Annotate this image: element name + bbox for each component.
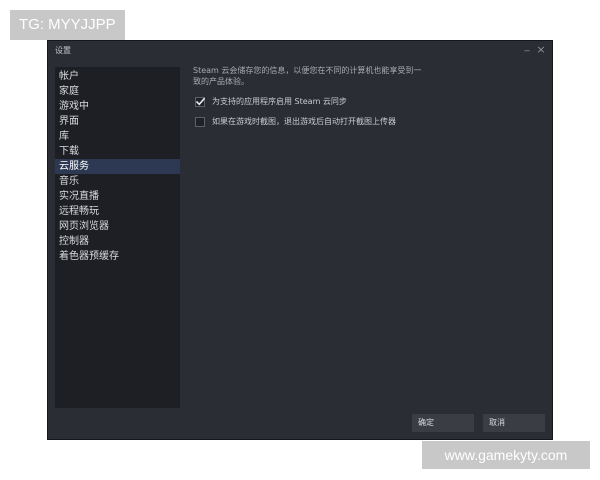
sidebar-item-music[interactable]: 音乐 <box>55 174 180 189</box>
watermark-bottom: www.gamekyty.com <box>422 441 590 469</box>
close-icon[interactable]: × <box>535 42 547 58</box>
screenshot-uploader-label: 如果在游戏时截图，退出游戏后自动打开截图上传器 <box>212 117 396 126</box>
sidebar-item-interface[interactable]: 界面 <box>55 114 180 129</box>
sidebar-item-broadcasting[interactable]: 实况直播 <box>55 189 180 204</box>
settings-sidebar: 帐户 家庭 游戏中 界面 库 下载 云服务 音乐 实况直播 远程畅玩 网页浏览器… <box>55 67 180 408</box>
sidebar-item-family[interactable]: 家庭 <box>55 84 180 99</box>
screenshot-uploader-option[interactable]: 如果在游戏时截图，退出游戏后自动打开截图上传器 <box>193 114 543 129</box>
sidebar-item-remote-play[interactable]: 远程畅玩 <box>55 204 180 219</box>
window-title: 设置 <box>55 46 71 55</box>
cloud-description-line-1: Steam 云会储存您的信息，以便您在不同的计算机也能享受到一 <box>193 66 422 75</box>
enable-cloud-sync-label: 为支持的应用程序启用 Steam 云同步 <box>212 97 347 106</box>
cloud-description-line-2: 致的产品体验。 <box>193 77 249 86</box>
sidebar-item-library[interactable]: 库 <box>55 129 180 144</box>
sidebar-item-downloads[interactable]: 下载 <box>55 144 180 159</box>
enable-cloud-sync-checkbox[interactable] <box>195 96 206 107</box>
enable-cloud-sync-option[interactable]: 为支持的应用程序启用 Steam 云同步 <box>193 94 543 109</box>
dialog-footer: 确定 取消 <box>48 408 552 439</box>
sidebar-item-account[interactable]: 帐户 <box>55 69 180 84</box>
sidebar-item-shader-cache[interactable]: 着色器预缓存 <box>55 249 180 264</box>
sidebar-item-in-game[interactable]: 游戏中 <box>55 99 180 114</box>
cloud-description: Steam 云会储存您的信息，以便您在不同的计算机也能享受到一 致的产品体验。 <box>193 65 433 87</box>
title-bar[interactable]: 设置 _ × <box>48 41 552 61</box>
sidebar-item-web-browser[interactable]: 网页浏览器 <box>55 219 180 234</box>
screenshot-uploader-checkbox[interactable] <box>195 116 205 127</box>
settings-window: 设置 _ × 帐户 家庭 游戏中 界面 库 下载 云服务 音乐 实况直播 远程畅… <box>47 40 553 440</box>
ok-button[interactable]: 确定 <box>412 414 474 432</box>
minimize-icon[interactable]: _ <box>521 39 533 55</box>
cloud-settings-panel: Steam 云会储存您的信息，以便您在不同的计算机也能享受到一 致的产品体验。 … <box>193 65 543 129</box>
sidebar-item-cloud[interactable]: 云服务 <box>55 159 180 174</box>
check-icon <box>195 97 206 105</box>
cancel-button[interactable]: 取消 <box>483 414 545 432</box>
watermark-top: TG: MYYJJPP <box>10 10 125 40</box>
sidebar-item-controller[interactable]: 控制器 <box>55 234 180 249</box>
